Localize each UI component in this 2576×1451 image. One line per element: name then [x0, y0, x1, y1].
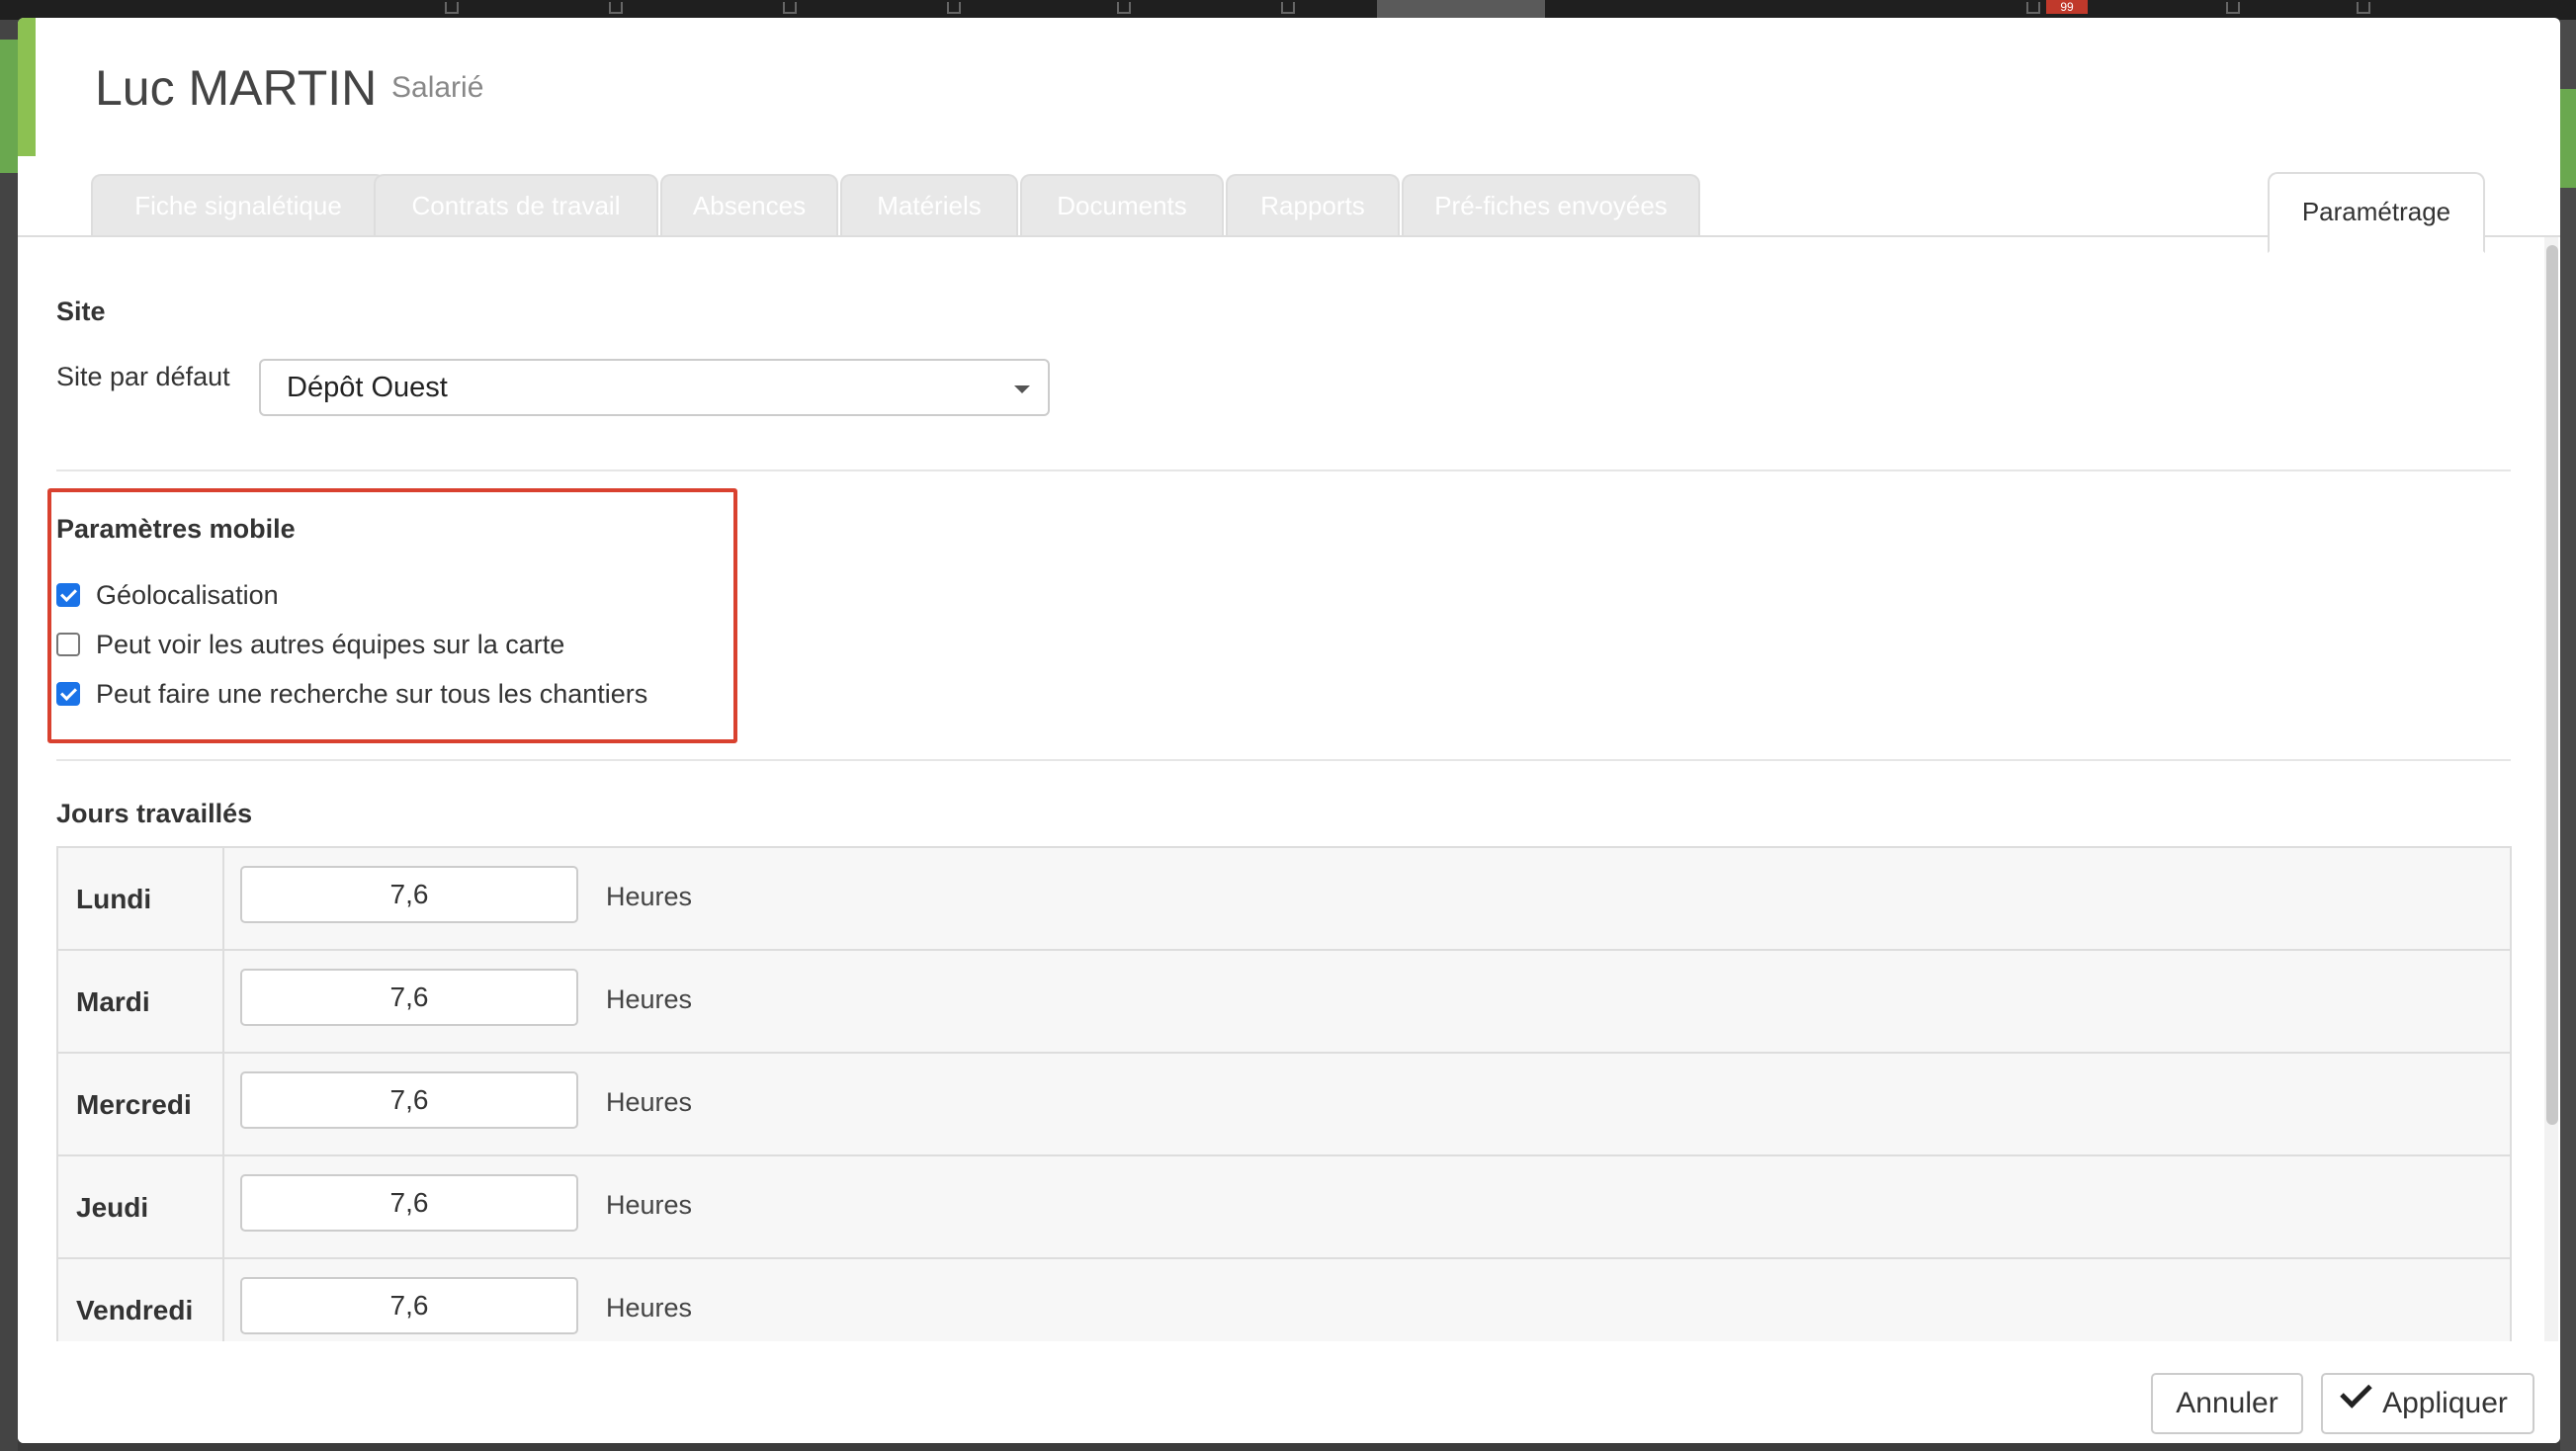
option-voir-autres-equipes[interactable]: Peut voir les autres équipes sur la cart…	[56, 628, 564, 661]
tab-rapports[interactable]: Rapports	[1226, 174, 1400, 235]
bg-toolbar-icon	[609, 2, 623, 14]
tab-documents[interactable]: Documents	[1020, 174, 1224, 235]
apply-label: Appliquer	[2382, 1387, 2508, 1419]
check-icon	[2340, 1376, 2372, 1408]
voir-autres-equipes-checkbox[interactable]	[56, 633, 80, 656]
tab-contrats-de-travail[interactable]: Contrats de travail	[374, 174, 658, 235]
hours-unit: Heures	[606, 1293, 693, 1323]
tab-fiche-signaletique[interactable]: Fiche signalétique	[91, 174, 386, 235]
option-label: Peut voir les autres équipes sur la cart…	[96, 629, 565, 659]
option-label: Peut faire une recherche sur tous les ch…	[96, 678, 648, 709]
table-row: Mardi 7,6 Heures	[58, 951, 2510, 1054]
background-right-panel	[2560, 20, 2576, 1451]
day-name: Mercredi	[76, 1089, 192, 1120]
column-separator	[222, 1156, 224, 1259]
tab-pre-fiches-envoyees[interactable]: Pré-fiches envoyées	[1402, 174, 1700, 235]
cancel-button[interactable]: Annuler	[2151, 1373, 2303, 1434]
default-site-label: Site par défaut	[56, 362, 230, 391]
bg-toolbar-icon	[445, 2, 459, 14]
table-row: Mercredi 7,6 Heures	[58, 1054, 2510, 1156]
bg-bell-icon	[2026, 2, 2040, 14]
bg-active-toolbar-item	[1377, 0, 1545, 20]
hours-input-mardi[interactable]: 7,6	[240, 969, 578, 1026]
column-separator	[222, 848, 224, 951]
table-row: Jeudi 7,6 Heures	[58, 1156, 2510, 1259]
day-name: Lundi	[76, 884, 152, 914]
geolocalisation-checkbox[interactable]	[56, 583, 80, 607]
option-label: Géolocalisation	[96, 579, 279, 610]
mobile-section-title: Paramètres mobile	[56, 514, 296, 544]
hours-unit: Heures	[606, 1087, 693, 1117]
tab-materiels[interactable]: Matériels	[840, 174, 1018, 235]
modal-accent-bar	[18, 18, 36, 156]
background-top-bar: 99	[0, 0, 2576, 20]
recherche-chantiers-checkbox[interactable]	[56, 682, 80, 706]
hours-input-lundi[interactable]: 7,6	[240, 866, 578, 923]
site-section-title: Site	[56, 297, 106, 326]
column-separator	[222, 1054, 224, 1156]
option-geolocalisation[interactable]: Géolocalisation	[56, 578, 279, 612]
bg-help-icon	[2357, 2, 2370, 14]
day-name: Vendredi	[76, 1295, 194, 1325]
caret-down-icon	[1014, 385, 1030, 393]
work-days-section-title: Jours travaillés	[56, 799, 253, 828]
section-divider	[56, 759, 2511, 761]
option-recherche-chantiers[interactable]: Peut faire une recherche sur tous les ch…	[56, 677, 647, 711]
day-name: Jeudi	[76, 1192, 149, 1223]
bg-notification-badge: 99	[2046, 0, 2088, 14]
employee-modal: Luc MARTIN Salarié Fiche signalétique Co…	[18, 18, 2560, 1443]
scrollbar-thumb[interactable]	[2546, 245, 2558, 1125]
table-row: Vendredi 7,6 Heures	[58, 1259, 2510, 1341]
bg-green-strip	[0, 40, 18, 173]
modal-footer: Annuler Appliquer	[18, 1341, 2560, 1443]
background-left-panel	[0, 20, 18, 1451]
column-separator	[222, 1259, 224, 1341]
default-site-select[interactable]: Dépôt Ouest	[259, 359, 1050, 416]
bg-toolbar-icon	[1117, 2, 1131, 14]
employee-name: Luc MARTIN	[95, 60, 378, 116]
tab-absences[interactable]: Absences	[660, 174, 838, 235]
hours-input-jeudi[interactable]: 7,6	[240, 1174, 578, 1232]
bg-phone-icon	[2226, 2, 2240, 14]
column-separator	[222, 951, 224, 1054]
hours-unit: Heures	[606, 1190, 693, 1220]
table-row: Lundi 7,6 Heures	[58, 848, 2510, 951]
hours-unit: Heures	[606, 882, 693, 911]
hours-unit: Heures	[606, 984, 693, 1014]
hours-input-mercredi[interactable]: 7,6	[240, 1071, 578, 1129]
tab-bar: Fiche signalétique Contrats de travail A…	[18, 156, 2560, 253]
default-site-value: Dépôt Ouest	[287, 372, 448, 403]
apply-button[interactable]: Appliquer	[2321, 1373, 2534, 1434]
hours-input-vendredi[interactable]: 7,6	[240, 1277, 578, 1334]
bg-toolbar-icon	[783, 2, 797, 14]
bg-green-strip	[2560, 89, 2576, 188]
bg-toolbar-icon	[947, 2, 961, 14]
employee-role: Salarié	[391, 71, 484, 104]
settings-content: Site Site par défaut Dépôt Ouest Paramèt…	[18, 237, 2560, 1341]
work-days-table: Lundi 7,6 Heures Mardi 7,6 Heures Mercre…	[56, 846, 2512, 1341]
section-divider	[56, 469, 2511, 471]
day-name: Mardi	[76, 986, 150, 1017]
bg-toolbar-icon	[1281, 2, 1295, 14]
